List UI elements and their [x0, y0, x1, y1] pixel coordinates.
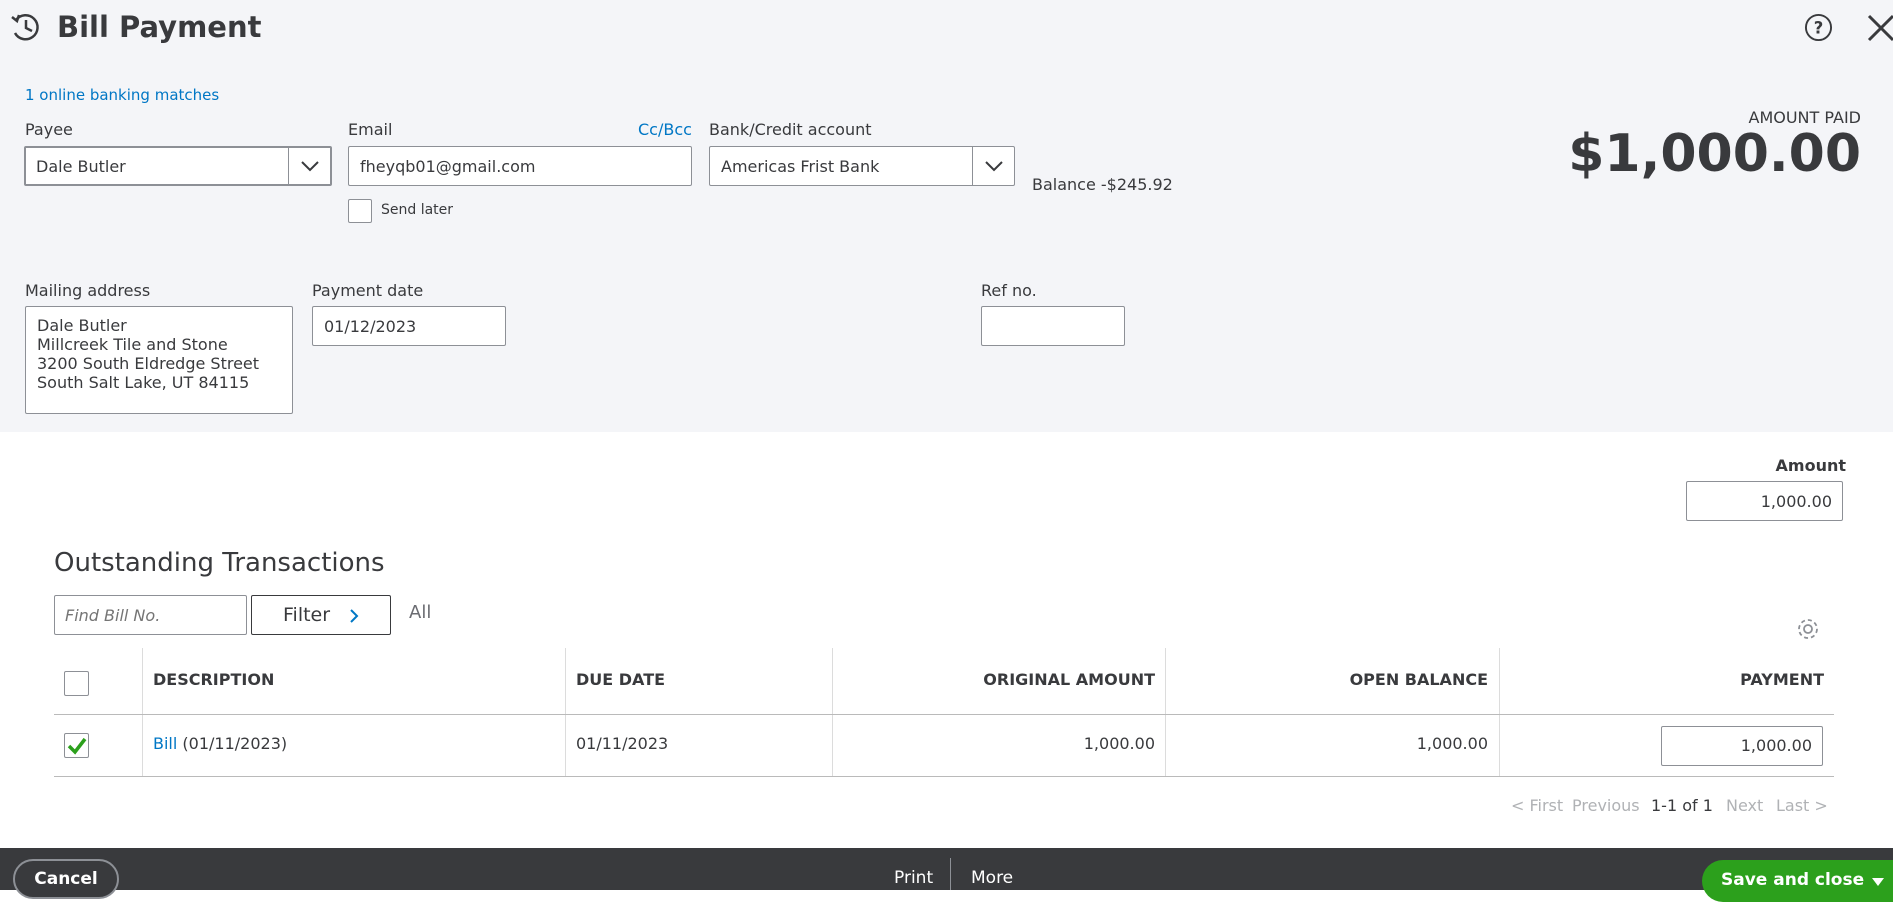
print-button[interactable]: Print: [894, 868, 933, 888]
row-open-balance: 1,000.00: [1416, 734, 1488, 753]
address-line: Dale Butler: [37, 316, 127, 335]
filter-label: Filter: [283, 604, 331, 626]
select-all-checkbox[interactable]: [64, 671, 89, 696]
column-divider: [1165, 648, 1166, 776]
payment-date-label: Payment date: [312, 281, 424, 300]
caret-down-icon[interactable]: [1872, 878, 1884, 886]
outstanding-transactions-title: Outstanding Transactions: [54, 548, 385, 578]
column-header-open-balance[interactable]: OPEN BALANCE: [1350, 670, 1488, 689]
column-header-original-amount[interactable]: ORIGINAL AMOUNT: [983, 670, 1155, 689]
column-divider: [142, 648, 143, 776]
svg-text:?: ?: [1814, 18, 1824, 37]
check-icon: [67, 737, 87, 755]
row-original-amount: 1,000.00: [1083, 734, 1155, 753]
pager-next[interactable]: Next: [1726, 796, 1763, 815]
balance-label: Balance: [1032, 175, 1096, 194]
ref-no-label: Ref no.: [981, 281, 1037, 300]
pager-range: 1-1 of 1: [1651, 796, 1713, 815]
dropdown-divider: [972, 147, 973, 185]
table-header-divider: [54, 714, 1834, 715]
all-filter-label[interactable]: All: [409, 602, 431, 623]
payment-date-field[interactable]: 01/12/2023: [312, 306, 506, 346]
balance-value: -$245.92: [1100, 175, 1173, 194]
column-header-payment[interactable]: PAYMENT: [1740, 670, 1824, 689]
payee-label: Payee: [25, 120, 73, 139]
bank-account-label: Bank/Credit account: [709, 120, 872, 139]
pager-previous[interactable]: Previous: [1572, 796, 1640, 815]
footer-bar: [0, 848, 1893, 890]
pager-first[interactable]: < First: [1511, 796, 1563, 815]
email-value: fheyqb01@gmail.com: [360, 157, 536, 176]
row-description: Bill (01/11/2023): [153, 734, 287, 753]
pager-last[interactable]: Last >: [1776, 796, 1828, 815]
mailing-address-label: Mailing address: [25, 281, 151, 300]
row-checkbox[interactable]: [64, 733, 89, 758]
more-button[interactable]: More: [971, 868, 1013, 888]
email-field[interactable]: fheyqb01@gmail.com: [348, 146, 692, 186]
send-later-checkbox[interactable]: [348, 199, 372, 223]
send-later-label: Send later: [381, 202, 454, 218]
row-due-date: 01/11/2023: [576, 734, 669, 753]
column-divider: [565, 648, 566, 776]
save-and-close-label: Save and close: [1721, 870, 1865, 890]
ref-no-field[interactable]: [981, 306, 1125, 346]
chevron-down-icon[interactable]: [984, 160, 1004, 172]
page-title: Bill Payment: [57, 10, 262, 44]
email-label: Email: [348, 120, 393, 139]
table-bottom-divider: [54, 776, 1834, 777]
amount-label: Amount: [1775, 456, 1846, 475]
cancel-button[interactable]: Cancel: [13, 859, 119, 899]
banking-matches-link[interactable]: 1 online banking matches: [25, 86, 219, 104]
save-and-close-button[interactable]: Save and close: [1702, 860, 1893, 902]
payee-value: Dale Butler: [36, 157, 126, 176]
payment-date-value: 01/12/2023: [324, 317, 417, 336]
amount-paid-value: $1,000.00: [1568, 124, 1861, 184]
bank-account-value: Americas Frist Bank: [721, 157, 880, 176]
bill-payment-clock-icon: [11, 14, 39, 41]
address-line: Millcreek Tile and Stone: [37, 335, 228, 354]
gear-icon[interactable]: [1795, 616, 1821, 642]
column-divider: [832, 648, 833, 776]
payee-dropdown[interactable]: Dale Butler: [24, 146, 332, 186]
find-bill-input[interactable]: [54, 595, 247, 635]
chevron-down-icon[interactable]: [300, 160, 320, 172]
address-line: South Salt Lake, UT 84115: [37, 373, 250, 392]
bill-date-text: (01/11/2023): [182, 734, 288, 753]
cc-bcc-link[interactable]: Cc/Bcc: [638, 120, 692, 139]
close-icon[interactable]: [1865, 12, 1893, 42]
mailing-address-field[interactable]: Dale Butler Millcreek Tile and Stone 320…: [25, 306, 293, 414]
dropdown-divider: [288, 148, 289, 184]
address-line: 3200 South Eldredge Street: [37, 354, 260, 373]
account-balance: Balance -$245.92: [1032, 175, 1173, 194]
amount-value: 1,000.00: [1760, 492, 1832, 511]
filter-button[interactable]: Filter: [251, 595, 391, 635]
bill-link[interactable]: Bill: [153, 734, 177, 753]
column-header-due-date[interactable]: DUE DATE: [576, 670, 665, 689]
bank-account-dropdown[interactable]: Americas Frist Bank: [709, 146, 1015, 186]
amount-field[interactable]: 1,000.00: [1686, 481, 1843, 521]
column-header-description[interactable]: DESCRIPTION: [153, 670, 274, 689]
payment-value: 1,000.00: [1740, 736, 1812, 755]
footer-divider: [950, 858, 951, 890]
payment-input[interactable]: 1,000.00: [1661, 726, 1823, 766]
chevron-right-icon: [350, 609, 359, 623]
column-divider: [1499, 648, 1500, 776]
question-circle-icon[interactable]: ?: [1804, 13, 1833, 42]
